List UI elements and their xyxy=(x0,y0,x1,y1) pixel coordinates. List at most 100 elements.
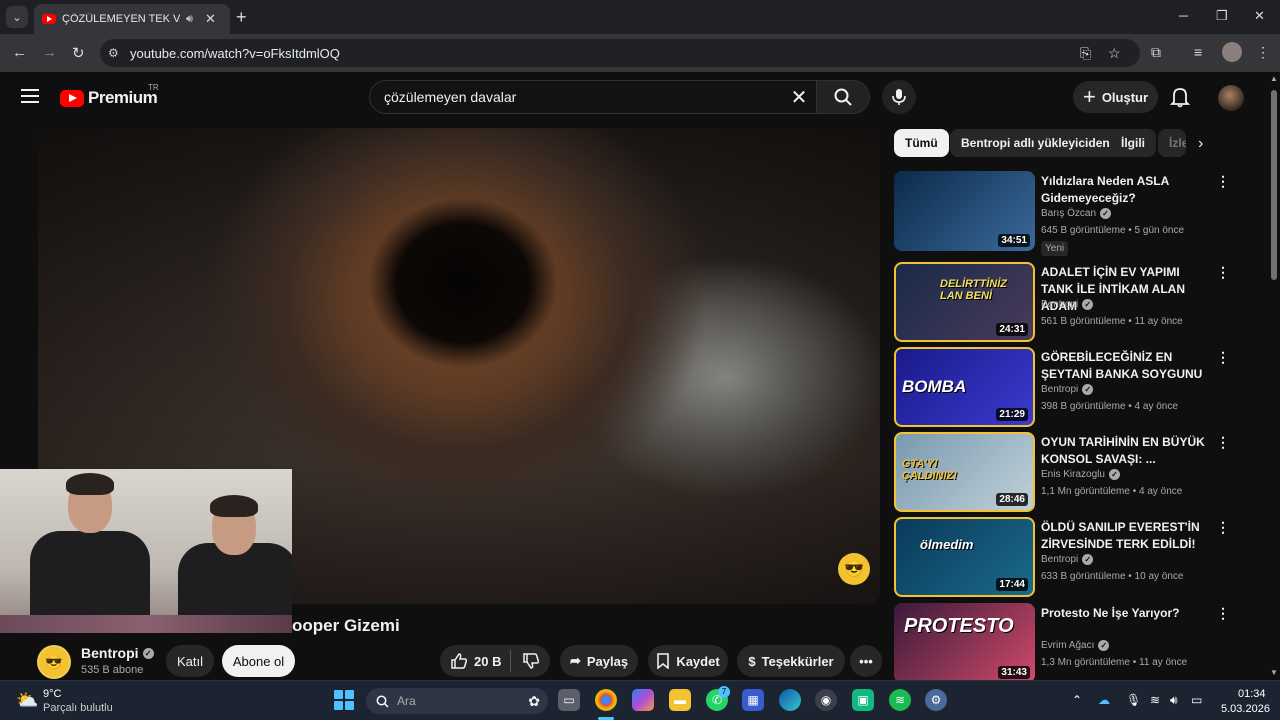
save-button[interactable]: Kaydet xyxy=(648,645,728,677)
channel-name[interactable]: Enis Kirazoglu xyxy=(1041,469,1105,480)
browser-menu-icon[interactable]: ⋮ xyxy=(1256,44,1270,61)
forward-icon[interactable]: → xyxy=(42,44,57,61)
app-icon[interactable]: ▣ xyxy=(852,689,874,711)
weather-temperature[interactable]: 9°C xyxy=(43,688,61,700)
create-button[interactable]: + Oluştur xyxy=(1073,81,1158,113)
obs-icon[interactable]: ◉ xyxy=(815,689,837,711)
recommendation-item[interactable]: GTA'YI ÇALDINIZ! 28:46 OYUN TARİHİNİN EN B… xyxy=(894,432,1254,512)
youtube-premium-logo[interactable]: Premium xyxy=(60,88,158,108)
channel-name[interactable]: Bentropi xyxy=(1041,384,1078,395)
search-query[interactable]: çözülemeyen davalar xyxy=(384,89,781,105)
bookmark-star-icon[interactable]: ☆ xyxy=(1108,45,1121,62)
voice-search-button[interactable] xyxy=(882,80,916,114)
recommendation-title[interactable]: ÖLDÜ SANILIP EVEREST'İN ZİRVESİNDE TERK … xyxy=(1041,519,1211,553)
reload-icon[interactable]: ↻ xyxy=(72,44,85,62)
filter-chip[interactable]: Tümü xyxy=(894,129,949,157)
like-button[interactable]: 20 B xyxy=(440,652,510,670)
more-vertical-icon[interactable]: ⋮ xyxy=(1216,264,1230,281)
wifi-icon[interactable]: ≋ xyxy=(1150,693,1160,707)
recommendation-channel[interactable]: Bentropi ✓ xyxy=(1041,299,1094,310)
video-thumbnail[interactable]: BOMBA 21:29 xyxy=(894,347,1035,427)
more-vertical-icon[interactable]: ⋮ xyxy=(1216,519,1230,536)
scroll-down-icon[interactable]: ▼ xyxy=(1270,668,1278,677)
recommendation-title[interactable]: Yıldızlara Neden ASLA Gidemeyeceğiz? xyxy=(1041,173,1211,207)
channel-name[interactable]: Barış Özcan xyxy=(1041,208,1096,219)
more-vertical-icon[interactable]: ⋮ xyxy=(1216,173,1230,190)
recommendation-item[interactable]: 34:51 Yıldızlara Neden ASLA Gidemeyeceğiz… xyxy=(894,171,1254,256)
tab-search-button[interactable]: ⌄ xyxy=(6,6,28,28)
media-controls-icon[interactable]: ≡ xyxy=(1194,44,1202,60)
browser-tab[interactable]: ÇÖZÜLEMEYEN TEK VAKA - 🔊︎ ✕ xyxy=(34,4,230,34)
window-close-icon[interactable]: ✕ xyxy=(1254,8,1265,24)
microsoft-store-icon[interactable]: ▦ xyxy=(742,689,764,711)
channel-watermark-icon[interactable]: 😎 xyxy=(838,553,870,585)
install-app-icon[interactable]: ⎘ xyxy=(1080,45,1091,62)
minimize-icon[interactable]: ─ xyxy=(1179,8,1188,23)
more-vertical-icon[interactable]: ⋮ xyxy=(1216,349,1230,366)
settings-gear-icon[interactable]: ⚙ xyxy=(925,689,947,711)
video-thumbnail[interactable]: DELİRTTİNİZ LAN BENİ 24:31 xyxy=(894,262,1035,342)
more-actions-button[interactable]: ••• xyxy=(850,645,882,677)
scrollbar-thumb[interactable] xyxy=(1271,90,1277,280)
channel-name[interactable]: Evrim Ağacı xyxy=(1041,640,1094,651)
video-thumbnail[interactable]: ölmedim 17:44 xyxy=(894,517,1035,597)
chrome-icon[interactable] xyxy=(595,689,617,711)
start-windows-icon[interactable] xyxy=(334,690,354,710)
join-button[interactable]: Katıl xyxy=(166,645,214,677)
weather-icon[interactable]: ⛅ xyxy=(16,690,38,711)
channel-name[interactable]: Bentropi xyxy=(1041,554,1078,565)
video-thumbnail[interactable]: PROTESTO 31:43 xyxy=(894,603,1035,683)
channel-name-link[interactable]: Bentropi ✓ xyxy=(81,645,154,661)
account-avatar[interactable] xyxy=(1218,85,1244,111)
dislike-button[interactable] xyxy=(511,652,550,670)
recommendation-title[interactable]: GÖREBİLECEĞİNİZ EN ŞEYTANİ BANKA SOYGUNU xyxy=(1041,349,1211,383)
recommendation-title[interactable]: OYUN TARİHİNİN EN BÜYÜK KONSOL SAVAŞI: .… xyxy=(1041,434,1211,468)
maximize-icon[interactable]: ❐ xyxy=(1216,8,1228,24)
new-tab-icon[interactable]: + xyxy=(236,7,247,28)
weather-description[interactable]: Parçalı bulutlu xyxy=(43,702,113,714)
recommendation-item[interactable]: BOMBA 21:29 GÖREBİLECEĞİNİZ EN ŞEYTANİ BAN… xyxy=(894,347,1254,427)
filter-chip[interactable]: İzle xyxy=(1158,129,1186,157)
audio-playing-icon[interactable]: 🔊︎ xyxy=(186,13,193,26)
spotify-icon[interactable]: ≋ xyxy=(889,689,911,711)
onedrive-icon[interactable]: ☁ xyxy=(1098,693,1110,707)
recommendation-title[interactable]: Protesto Ne İşe Yarıyor? xyxy=(1041,605,1211,622)
file-explorer-icon[interactable]: ▬ xyxy=(669,689,691,711)
extensions-icon[interactable]: ⧉ xyxy=(1151,44,1161,61)
guide-menu-icon[interactable] xyxy=(21,89,39,103)
channel-name[interactable]: Bentropi xyxy=(81,645,139,661)
recommendation-channel[interactable]: Barış Özcan ✓ xyxy=(1041,208,1112,219)
close-tab-icon[interactable]: ✕ xyxy=(205,11,216,27)
notifications-bell-icon[interactable] xyxy=(1169,86,1191,113)
scroll-up-icon[interactable]: ▲ xyxy=(1270,74,1278,83)
copilot-icon[interactable] xyxy=(632,689,654,711)
clock-date[interactable]: 5.03.2026 xyxy=(1221,703,1270,715)
filter-chip[interactable]: İlgili xyxy=(1110,129,1156,157)
search-input[interactable]: çözülemeyen davalar ✕ xyxy=(369,80,817,114)
page-scrollbar[interactable]: ▲ ▼ xyxy=(1268,72,1280,680)
channel-name[interactable]: Bentropi xyxy=(1041,299,1078,310)
recommendation-item[interactable]: PROTESTO 31:43 Protesto Ne İşe Yarıyor? Evr… xyxy=(894,603,1254,683)
thanks-button[interactable]: $ Teşekkürler xyxy=(737,645,845,677)
url-text[interactable]: youtube.com/watch?v=oFksItdmlOQ xyxy=(130,46,340,61)
site-info-icon[interactable]: ⚙︎ xyxy=(108,46,130,60)
recommendation-channel[interactable]: Evrim Ağacı ✓ xyxy=(1041,640,1110,651)
recommendation-item[interactable]: DELİRTTİNİZ LAN BENİ 24:31 ADALET İÇİN EV … xyxy=(894,262,1254,342)
taskbar-search[interactable]: Ara ✿ xyxy=(366,688,548,714)
video-thumbnail[interactable]: 34:51 xyxy=(894,171,1035,251)
recommendation-channel[interactable]: Bentropi ✓ xyxy=(1041,384,1094,395)
chips-next-icon[interactable]: › xyxy=(1198,135,1203,153)
subscribe-button[interactable]: Abone ol xyxy=(222,645,295,677)
channel-avatar[interactable]: 😎 xyxy=(37,645,71,679)
browser-profile-avatar[interactable] xyxy=(1222,42,1242,62)
clock-time[interactable]: 01:34 xyxy=(1238,688,1266,700)
share-button[interactable]: ➦ Paylaş xyxy=(560,645,638,677)
filter-chip[interactable]: Bentropi adlı yükleyiciden xyxy=(950,129,1121,157)
microphone-tray-icon[interactable]: 🎙︎ xyxy=(1126,693,1141,707)
recommendation-channel[interactable]: Enis Kirazoglu ✓ xyxy=(1041,469,1120,480)
recommendation-channel[interactable]: Bentropi ✓ xyxy=(1041,554,1094,565)
task-view-icon[interactable]: ▭ xyxy=(558,689,580,711)
recommendation-item[interactable]: ölmedim 17:44 ÖLDÜ SANILIP EVEREST'İN ZİRV… xyxy=(894,517,1254,597)
show-hidden-icons-icon[interactable]: ⌃ xyxy=(1072,693,1082,707)
more-vertical-icon[interactable]: ⋮ xyxy=(1216,434,1230,451)
